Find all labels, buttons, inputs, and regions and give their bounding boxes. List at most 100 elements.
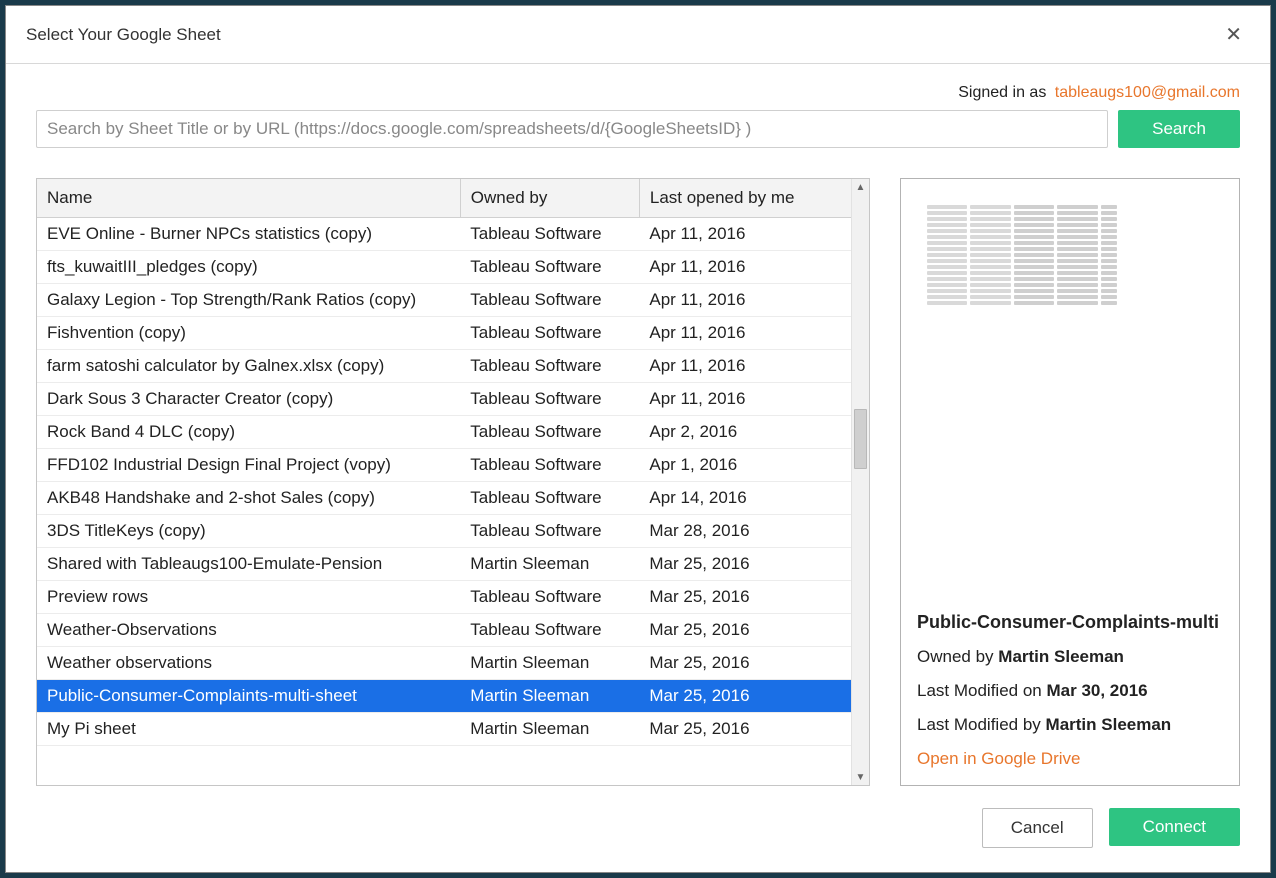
table-cell-name: Shared with Tableaugs100-Emulate-Pension	[37, 548, 460, 581]
detail-owner-value: Martin Sleeman	[998, 647, 1124, 666]
detail-owner-label: Owned by	[917, 647, 994, 666]
scroll-down-icon[interactable]: ▼	[852, 769, 869, 785]
table-cell-opened: Mar 25, 2016	[639, 713, 851, 746]
open-in-drive-link[interactable]: Open in Google Drive	[917, 749, 1223, 769]
table-cell-name: AKB48 Handshake and 2-shot Sales (copy)	[37, 482, 460, 515]
table-cell-owner: Tableau Software	[460, 317, 639, 350]
table-row[interactable]: Dark Sous 3 Character Creator (copy)Tabl…	[37, 383, 851, 416]
col-header-opened[interactable]: Last opened by me	[639, 179, 851, 218]
table-cell-owner: Tableau Software	[460, 251, 639, 284]
table-cell-owner: Martin Sleeman	[460, 713, 639, 746]
table-cell-owner: Martin Sleeman	[460, 680, 639, 713]
table-cell-owner: Tableau Software	[460, 449, 639, 482]
table-cell-owner: Martin Sleeman	[460, 647, 639, 680]
table-row[interactable]: farm satoshi calculator by Galnex.xlsx (…	[37, 350, 851, 383]
table-row[interactable]: FFD102 Industrial Design Final Project (…	[37, 449, 851, 482]
details-panel: Public-Consumer-Complaints-multi Owned b…	[900, 178, 1240, 786]
table-row[interactable]: EVE Online - Burner NPCs statistics (cop…	[37, 218, 851, 251]
table-row[interactable]: Weather observationsMartin SleemanMar 25…	[37, 647, 851, 680]
table-cell-owner: Tableau Software	[460, 383, 639, 416]
table-cell-opened: Apr 11, 2016	[639, 383, 851, 416]
table-cell-name: farm satoshi calculator by Galnex.xlsx (…	[37, 350, 460, 383]
titlebar: Select Your Google Sheet ✕	[6, 6, 1270, 64]
signed-in-status: Signed in as tableaugs100@gmail.com	[36, 84, 1240, 102]
scroll-up-icon[interactable]: ▲	[852, 179, 869, 195]
scroll-thumb[interactable]	[854, 409, 867, 469]
table-cell-opened: Apr 14, 2016	[639, 482, 851, 515]
detail-modified-on: Last Modified on Mar 30, 2016	[917, 681, 1223, 701]
table-row[interactable]: Fishvention (copy)Tableau SoftwareApr 11…	[37, 317, 851, 350]
main-row: Name Owned by Last opened by me EVE Onli…	[36, 178, 1240, 786]
dialog-footer: Cancel Connect	[36, 786, 1240, 848]
detail-modified-on-value: Mar 30, 2016	[1046, 681, 1147, 700]
table-row[interactable]: Rock Band 4 DLC (copy)Tableau SoftwareAp…	[37, 416, 851, 449]
table-cell-name: Fishvention (copy)	[37, 317, 460, 350]
table-cell-name: Public-Consumer-Complaints-multi-sheet	[37, 680, 460, 713]
table-cell-name: EVE Online - Burner NPCs statistics (cop…	[37, 218, 460, 251]
table-row[interactable]: AKB48 Handshake and 2-shot Sales (copy)T…	[37, 482, 851, 515]
sheet-table: Name Owned by Last opened by me EVE Onli…	[37, 179, 851, 746]
detail-modified-by-label: Last Modified by	[917, 715, 1041, 734]
detail-modified-by-value: Martin Sleeman	[1046, 715, 1172, 734]
signed-in-label: Signed in as	[958, 84, 1046, 101]
scrollbar[interactable]: ▲ ▼	[851, 179, 869, 785]
table-cell-opened: Apr 11, 2016	[639, 350, 851, 383]
signed-in-email[interactable]: tableaugs100@gmail.com	[1055, 84, 1240, 101]
col-header-owner[interactable]: Owned by	[460, 179, 639, 218]
table-cell-owner: Tableau Software	[460, 515, 639, 548]
table-cell-opened: Mar 25, 2016	[639, 581, 851, 614]
sheet-table-container: Name Owned by Last opened by me EVE Onli…	[36, 178, 870, 786]
sheet-thumbnail	[917, 195, 1127, 335]
table-row[interactable]: 3DS TitleKeys (copy)Tableau SoftwareMar …	[37, 515, 851, 548]
table-cell-name: Preview rows	[37, 581, 460, 614]
detail-modified-by: Last Modified by Martin Sleeman	[917, 715, 1223, 735]
detail-owner: Owned by Martin Sleeman	[917, 647, 1223, 667]
col-header-name[interactable]: Name	[37, 179, 460, 218]
table-cell-opened: Apr 2, 2016	[639, 416, 851, 449]
table-row[interactable]: Shared with Tableaugs100-Emulate-Pension…	[37, 548, 851, 581]
table-cell-owner: Tableau Software	[460, 218, 639, 251]
dialog-title: Select Your Google Sheet	[26, 25, 221, 45]
search-row: Search	[36, 110, 1240, 148]
table-cell-opened: Mar 25, 2016	[639, 548, 851, 581]
table-cell-name: FFD102 Industrial Design Final Project (…	[37, 449, 460, 482]
table-cell-opened: Mar 25, 2016	[639, 680, 851, 713]
table-row[interactable]: Weather-ObservationsTableau SoftwareMar …	[37, 614, 851, 647]
table-cell-owner: Tableau Software	[460, 614, 639, 647]
table-cell-opened: Apr 11, 2016	[639, 251, 851, 284]
table-cell-opened: Apr 11, 2016	[639, 218, 851, 251]
table-row[interactable]: Preview rowsTableau SoftwareMar 25, 2016	[37, 581, 851, 614]
table-cell-opened: Mar 28, 2016	[639, 515, 851, 548]
table-cell-opened: Mar 25, 2016	[639, 614, 851, 647]
table-cell-owner: Tableau Software	[460, 350, 639, 383]
table-cell-owner: Tableau Software	[460, 284, 639, 317]
detail-modified-on-label: Last Modified on	[917, 681, 1042, 700]
table-cell-owner: Tableau Software	[460, 581, 639, 614]
table-cell-name: Weather-Observations	[37, 614, 460, 647]
table-row[interactable]: Galaxy Legion - Top Strength/Rank Ratios…	[37, 284, 851, 317]
table-cell-owner: Tableau Software	[460, 416, 639, 449]
search-input[interactable]	[36, 110, 1108, 148]
table-row[interactable]: Public-Consumer-Complaints-multi-sheetMa…	[37, 680, 851, 713]
table-row[interactable]: My Pi sheetMartin SleemanMar 25, 2016	[37, 713, 851, 746]
google-sheet-picker-dialog: Select Your Google Sheet ✕ Signed in as …	[5, 5, 1271, 873]
table-cell-name: Dark Sous 3 Character Creator (copy)	[37, 383, 460, 416]
table-cell-name: Weather observations	[37, 647, 460, 680]
table-cell-name: fts_kuwaitIII_pledges (copy)	[37, 251, 460, 284]
table-cell-opened: Apr 11, 2016	[639, 284, 851, 317]
dialog-body: Signed in as tableaugs100@gmail.com Sear…	[6, 64, 1270, 872]
close-icon[interactable]: ✕	[1217, 18, 1250, 51]
sheet-table-scroll: Name Owned by Last opened by me EVE Onli…	[37, 179, 851, 785]
table-cell-opened: Mar 25, 2016	[639, 647, 851, 680]
search-button[interactable]: Search	[1118, 110, 1240, 148]
table-row[interactable]: fts_kuwaitIII_pledges (copy)Tableau Soft…	[37, 251, 851, 284]
table-cell-owner: Martin Sleeman	[460, 548, 639, 581]
table-cell-opened: Apr 11, 2016	[639, 317, 851, 350]
table-cell-owner: Tableau Software	[460, 482, 639, 515]
connect-button[interactable]: Connect	[1109, 808, 1240, 846]
table-cell-name: Rock Band 4 DLC (copy)	[37, 416, 460, 449]
table-cell-opened: Apr 1, 2016	[639, 449, 851, 482]
table-cell-name: 3DS TitleKeys (copy)	[37, 515, 460, 548]
cancel-button[interactable]: Cancel	[982, 808, 1093, 848]
table-cell-name: Galaxy Legion - Top Strength/Rank Ratios…	[37, 284, 460, 317]
